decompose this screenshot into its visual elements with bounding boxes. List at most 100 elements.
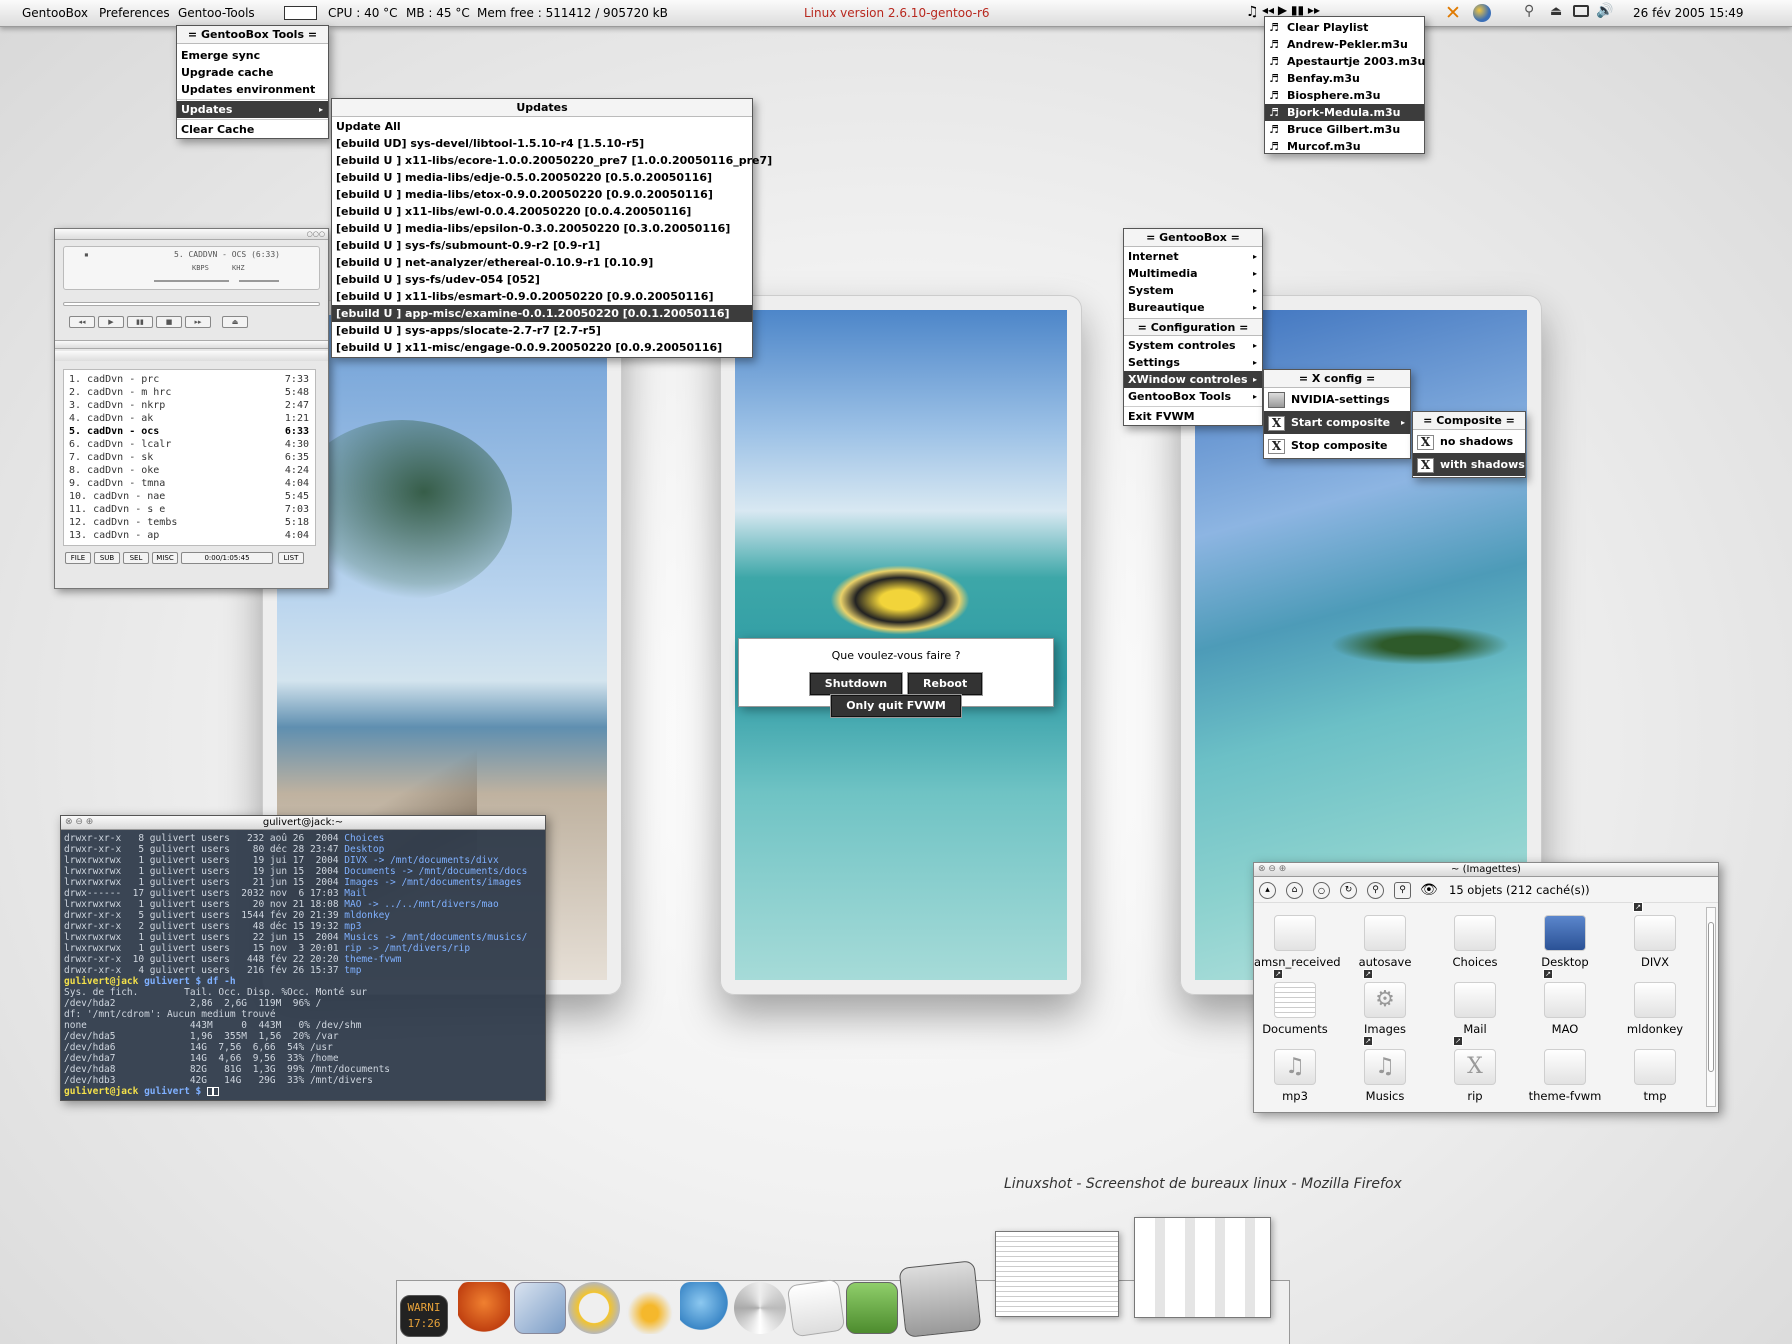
playlist-track[interactable]: 13. cadDvn - ap 4:04: [64, 529, 315, 542]
zoom-icon[interactable]: ⚲: [1367, 882, 1384, 899]
window-buttons[interactable]: ⊗ ⊖ ⊕: [1258, 863, 1286, 876]
playlist-item[interactable]: ♬ Apestaurtje 2003.m3u: [1265, 53, 1425, 70]
play-button[interactable]: ▶: [98, 316, 124, 328]
up-icon[interactable]: ▴: [1259, 882, 1276, 899]
menu-item-ebuild[interactable]: [ebuild U ] media-libs/epsilon-0.3.0.200…: [332, 220, 752, 237]
file-icon[interactable]: Mail: [1434, 982, 1516, 1036]
file-icon[interactable]: ⚙ ↗ Images: [1344, 969, 1426, 1036]
file-manager-titlebar[interactable]: ⊗ ⊖ ⊕ ~ (Imagettes): [1254, 863, 1718, 877]
file-icon[interactable]: ♫ ↗ Musics: [1344, 1036, 1426, 1103]
menu-item-ebuild[interactable]: [ebuild U ] x11-misc/engage-0.0.9.200502…: [332, 339, 752, 356]
reboot-button[interactable]: Reboot: [908, 673, 983, 695]
menu-item-exit-fvwm[interactable]: Exit FVWM: [1124, 408, 1262, 425]
menu-item-update-all[interactable]: Update All: [332, 118, 752, 135]
file-icon[interactable]: tmp: [1614, 1049, 1696, 1103]
dock-disc-icon[interactable]: [734, 1282, 786, 1334]
menu-item-ebuild[interactable]: [ebuild UD] sys-devel/libtool-1.5.10-r4 …: [332, 135, 752, 152]
dock-notepad-icon[interactable]: [786, 1278, 846, 1338]
menu-item-multimedia[interactable]: Multimedia ▸: [1124, 265, 1262, 282]
menu-item-with-shadows[interactable]: Xwith shadows: [1413, 453, 1525, 476]
menu-item-nvidia-settings[interactable]: NVIDIA-settings: [1264, 388, 1410, 411]
menu-item-no-shadows[interactable]: Xno shadows: [1413, 430, 1525, 453]
menu-item-ebuild[interactable]: [ebuild U ] app-misc/examine-0.0.1.20050…: [332, 305, 752, 322]
stop-button[interactable]: ■: [156, 316, 182, 328]
dock-chat-icon[interactable]: [680, 1282, 732, 1334]
menu-item-settings[interactable]: Settings ▸: [1124, 354, 1262, 371]
quit-fvwm-button[interactable]: Only quit FVWM: [831, 695, 961, 717]
search-icon[interactable]: ⚲: [1524, 3, 1534, 19]
playlist-track[interactable]: 11. cadDvn - s e 7:03: [64, 503, 315, 516]
volume-slider[interactable]: [154, 280, 229, 282]
shutdown-button[interactable]: Shutdown: [809, 673, 903, 695]
playlist-track[interactable]: 4. cadDvn - ak 1:21: [64, 412, 315, 425]
playlist-track[interactable]: 7. cadDvn - sk 6:35: [64, 451, 315, 464]
music-note-icon[interactable]: ♫: [1246, 4, 1259, 20]
prev-button[interactable]: ◂◂: [69, 316, 95, 328]
menu-gentoobox[interactable]: GentooBox: [22, 6, 88, 20]
playlist-track[interactable]: 10. cadDvn - nae 5:45: [64, 490, 315, 503]
scrollbar[interactable]: [1706, 907, 1716, 1107]
playlist-track[interactable]: 9. cadDvn - tmna 4:04: [64, 477, 315, 490]
menu-item-bureautique[interactable]: Bureautique ▸: [1124, 299, 1262, 316]
file-icon[interactable]: theme-fvwm: [1524, 1049, 1606, 1103]
dock-home-icon[interactable]: [458, 1282, 510, 1334]
menu-item-ebuild[interactable]: [ebuild U ] x11-libs/ecore-1.0.0.2005022…: [332, 152, 772, 169]
menu-item-ebuild[interactable]: [ebuild U ] net-analyzer/ethereal-0.10.9…: [332, 254, 752, 271]
playlist-track[interactable]: 5. cadDvn - ocs 6:33: [64, 425, 315, 438]
search-icon[interactable]: ⚲: [1394, 882, 1411, 899]
dock-aim-icon[interactable]: [624, 1282, 676, 1334]
menu-item-internet[interactable]: Internet ▸: [1124, 248, 1262, 265]
window-buttons[interactable]: ⊗ ⊖ ⊕: [65, 816, 93, 829]
dock-clock-icon[interactable]: WARNI 17:26: [400, 1295, 448, 1337]
media-controls[interactable]: ◂◂ ▶ ▮▮ ▸▸: [1262, 3, 1320, 17]
file-icon[interactable]: autosave: [1344, 915, 1426, 969]
menu-item-system[interactable]: System ▸: [1124, 282, 1262, 299]
file-icon[interactable]: X ↗ rip: [1434, 1036, 1516, 1103]
eject-icon[interactable]: ⏏: [1550, 4, 1562, 19]
list-button[interactable]: LIST: [278, 552, 304, 564]
menu-item-ebuild[interactable]: [ebuild U ] x11-libs/ewl-0.0.4.20050220 …: [332, 203, 752, 220]
network-globe-icon[interactable]: [1473, 4, 1491, 22]
playlist-track[interactable]: 2. cadDvn - m hrc 5:48: [64, 386, 315, 399]
playlist-titlebar[interactable]: [55, 351, 328, 361]
dock-mail-icon[interactable]: [514, 1282, 566, 1334]
playlist-item[interactable]: ♬ Biosphere.m3u: [1265, 87, 1424, 104]
window-buttons[interactable]: ○○○: [307, 230, 325, 238]
playlist-track[interactable]: 1. cadDvn - prc 7:33: [64, 373, 315, 386]
menu-item-stop-composite[interactable]: X Stop composite: [1264, 434, 1410, 457]
file-icon[interactable]: amsn_received: [1254, 915, 1341, 969]
file-icon[interactable]: ↗ Documents: [1254, 969, 1336, 1036]
file-icon[interactable]: ↗ MAO: [1524, 969, 1606, 1036]
menu-item-emerge-sync[interactable]: Emerge sync: [177, 47, 328, 64]
dock-clock-face-icon[interactable]: [568, 1282, 620, 1334]
file-button[interactable]: FILE: [65, 552, 91, 564]
menu-item-upgrade-cache[interactable]: Upgrade cache: [177, 64, 328, 81]
monitor-icon[interactable]: [1573, 5, 1589, 17]
menu-item-system-controles[interactable]: System controles ▸: [1124, 337, 1262, 354]
terminal-titlebar[interactable]: ⊗ ⊖ ⊕ gulivert@jack:~: [61, 816, 545, 830]
playlist-item[interactable]: ♬ Clear Playlist: [1265, 19, 1424, 36]
pager-box[interactable]: [284, 6, 317, 20]
menu-item-ebuild[interactable]: [ebuild U ] sys-fs/udev-054 [052]: [332, 271, 752, 288]
playlist-item[interactable]: ♬ Bruce Gilbert.m3u: [1265, 121, 1424, 138]
menu-preferences[interactable]: Preferences: [99, 6, 170, 20]
sub-button[interactable]: SUB: [94, 552, 120, 564]
menu-item-updates-environment[interactable]: Updates environment: [177, 81, 328, 98]
file-icon[interactable]: ↗ DIVX: [1614, 902, 1696, 969]
eye-icon[interactable]: 👁: [1420, 882, 1438, 898]
playlist-track[interactable]: 12. cadDvn - tembs 5:18: [64, 516, 315, 529]
home-icon[interactable]: ⌂: [1286, 882, 1303, 899]
menu-item-start-composite[interactable]: X Start composite ▸: [1264, 411, 1410, 434]
menu-item-ebuild[interactable]: [ebuild U ] media-libs/edje-0.5.0.200502…: [332, 169, 752, 186]
menu-item-ebuild[interactable]: [ebuild U ] media-libs/etox-0.9.0.200502…: [332, 186, 752, 203]
playlist-item[interactable]: ♬ Benfay.m3u: [1265, 70, 1424, 87]
dock-video-icon[interactable]: [898, 1260, 982, 1338]
balance-slider[interactable]: [239, 280, 279, 282]
dock-photo-icon[interactable]: [846, 1282, 898, 1334]
menu-item-gentoobox-tools[interactable]: GentooBox Tools ▸: [1124, 388, 1262, 405]
playlist-track[interactable]: 8. cadDvn - oke 4:24: [64, 464, 315, 477]
terminal-output[interactable]: drwxr-xr-x 8 gulivert users 232 aoû 26 2…: [61, 830, 545, 1100]
firefox-window-caption[interactable]: Linuxshot - Screenshot de bureaux linux …: [1004, 1176, 1402, 1192]
next-button[interactable]: ▸▸: [185, 316, 211, 328]
seek-bar[interactable]: [63, 302, 320, 306]
